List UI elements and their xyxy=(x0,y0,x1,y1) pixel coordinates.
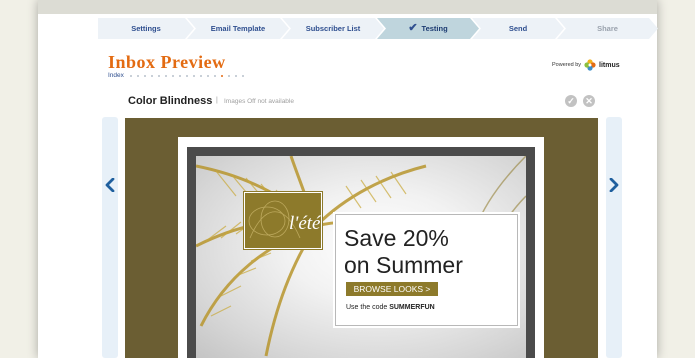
app-page: Settings Email Template Subscriber List … xyxy=(38,0,657,358)
pager-dot[interactable] xyxy=(235,75,237,77)
step-settings[interactable]: Settings xyxy=(98,18,194,39)
promo-code: SUMMERFUN xyxy=(389,304,435,311)
pager-dot[interactable] xyxy=(179,75,181,77)
step-label: Settings xyxy=(131,24,161,33)
images-off-note: Images Off not available xyxy=(224,98,294,105)
brand-logo: l'été xyxy=(243,191,323,250)
pager-dot[interactable] xyxy=(207,75,209,77)
offer-card: Save 20% on Summer BROWSE LOOKS > Use th… xyxy=(333,212,520,328)
email-border: l'été Save 20% on Summer BROWSE LOOKS > … xyxy=(187,147,535,358)
step-label: Share xyxy=(597,24,618,33)
step-subscriber-list[interactable]: Subscriber List xyxy=(282,18,384,39)
pager-dot[interactable] xyxy=(151,75,153,77)
powered-by-label: Powered by xyxy=(552,62,582,68)
top-strip xyxy=(38,0,657,14)
step-label: Subscriber List xyxy=(305,24,361,33)
headline-line-1: Save 20% xyxy=(344,225,449,251)
pager-dot[interactable] xyxy=(221,75,223,77)
logo-text: l'été xyxy=(289,213,321,234)
powered-by: Powered by litmus xyxy=(552,59,620,71)
pager-dot[interactable] xyxy=(158,75,160,77)
client-name: Color Blindness xyxy=(128,95,213,107)
pager-dot[interactable] xyxy=(130,75,132,77)
step-share: Share xyxy=(557,18,658,39)
step-email-template[interactable]: Email Template xyxy=(187,18,289,39)
promo-code-prefix: Use the code xyxy=(346,304,388,311)
brand-name: litmus xyxy=(599,61,620,69)
check-icon: ✔ xyxy=(408,22,418,34)
pager-dot[interactable] xyxy=(242,75,244,77)
email-frame: l'été Save 20% on Summer BROWSE LOOKS > … xyxy=(178,137,544,358)
index-pager[interactable] xyxy=(130,75,244,77)
prev-panel[interactable] xyxy=(102,117,118,358)
pager-dot[interactable] xyxy=(193,75,195,77)
page-title: Inbox Preview xyxy=(108,52,226,72)
step-label: Send xyxy=(508,24,528,33)
pager-dot[interactable] xyxy=(200,75,202,77)
headline-line-2: on Summer xyxy=(344,252,463,278)
check-circle-icon[interactable]: ✓ xyxy=(565,95,577,107)
step-testing[interactable]: ✔ Testing xyxy=(377,18,479,39)
wizard-steps: Settings Email Template Subscriber List … xyxy=(98,18,658,39)
index-link[interactable]: Index xyxy=(108,72,124,79)
step-label: Email Template xyxy=(210,24,266,33)
chevron-right-icon[interactable] xyxy=(606,177,622,197)
step-send[interactable]: Send xyxy=(472,18,564,39)
promo-code-line: Use the code SUMMERFUN xyxy=(346,304,435,311)
step-label: Testing xyxy=(421,24,448,33)
hero-banner: l'été Save 20% on Summer BROWSE LOOKS > … xyxy=(196,156,526,358)
client-separator: | xyxy=(216,97,218,104)
browse-looks-button[interactable]: BROWSE LOOKS > xyxy=(346,282,438,296)
pager-dot[interactable] xyxy=(144,75,146,77)
pager-dot[interactable] xyxy=(186,75,188,77)
email-preview: l'été Save 20% on Summer BROWSE LOOKS > … xyxy=(125,118,598,358)
litmus-logo-icon xyxy=(584,59,596,71)
pager-dot[interactable] xyxy=(228,75,230,77)
pager-dot[interactable] xyxy=(165,75,167,77)
chevron-left-icon[interactable] xyxy=(102,177,118,197)
pager-dot[interactable] xyxy=(214,75,216,77)
pager-dot[interactable] xyxy=(172,75,174,77)
close-circle-icon[interactable]: ✕ xyxy=(583,95,595,107)
pager-dot[interactable] xyxy=(137,75,139,77)
next-panel[interactable] xyxy=(606,117,622,358)
offer-headline: Save 20% on Summer xyxy=(344,225,463,279)
